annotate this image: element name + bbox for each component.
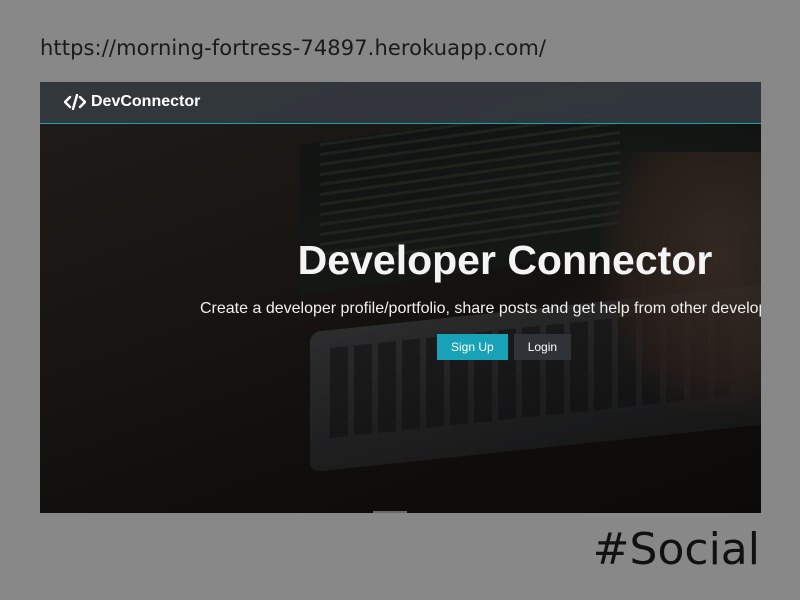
navbar: DevConnector — [40, 82, 761, 124]
landing-lead-text: Create a developer profile/portfolio, sh… — [200, 300, 761, 317]
website-screenshot: DevConnector Developer Connector Create … — [40, 82, 761, 513]
landing-title-wrap: Developer Connector — [200, 237, 761, 284]
dark-overlay — [40, 82, 761, 513]
login-button[interactable]: Login — [513, 334, 572, 360]
brand-link[interactable]: DevConnector — [64, 93, 200, 111]
brand-label: DevConnector — [91, 93, 201, 110]
sign-up-button[interactable]: Sign Up — [437, 334, 508, 360]
horizontal-scrollbar-thumb[interactable] — [373, 511, 407, 513]
category-tag-caption: #Social — [592, 524, 760, 575]
page-title: Developer Connector — [297, 237, 713, 283]
landing-buttons: Sign Up Login — [437, 334, 572, 360]
code-icon — [64, 94, 86, 110]
site-url-caption: https://morning-fortress-74897.herokuapp… — [40, 36, 547, 60]
